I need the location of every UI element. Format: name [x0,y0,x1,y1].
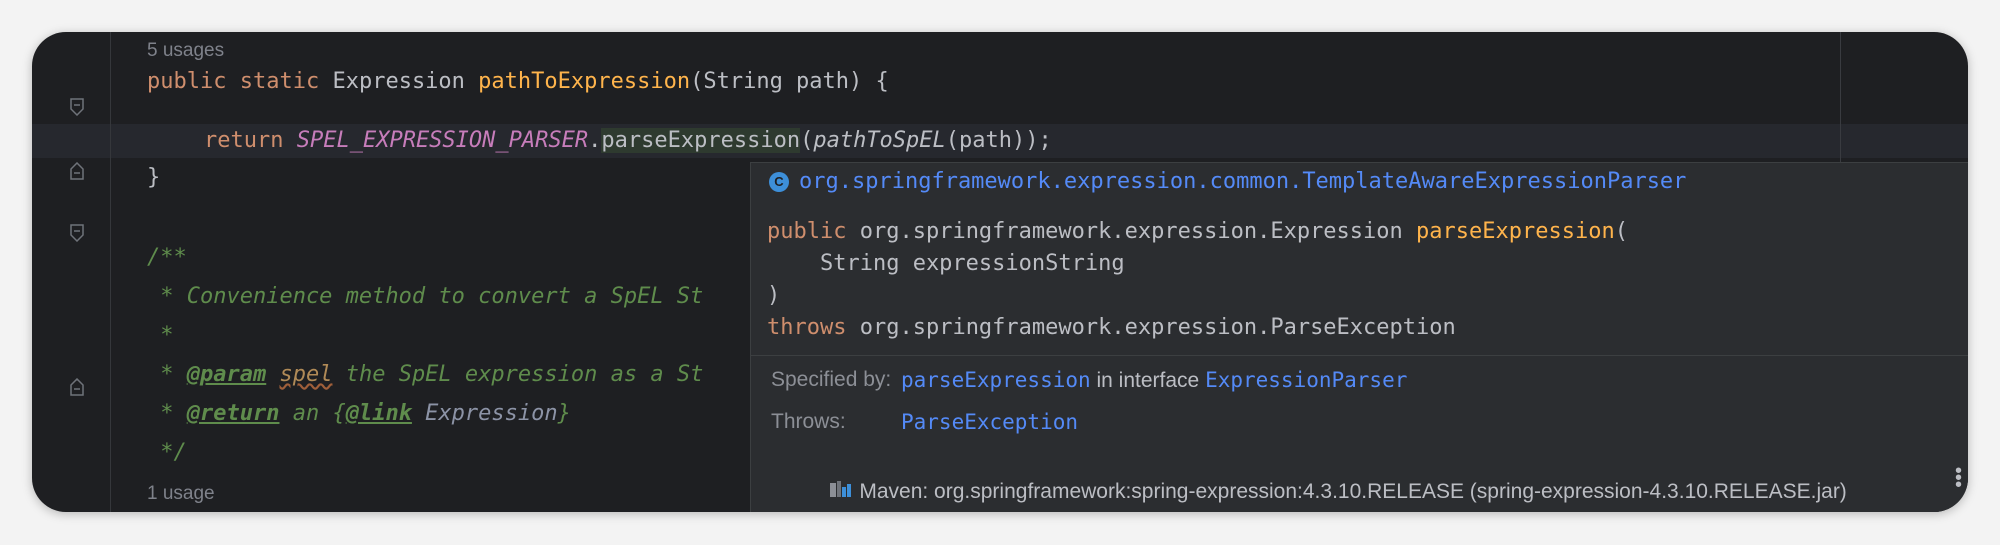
return-mid: an { [279,401,346,426]
doc-comment-open[interactable]: /** [147,242,187,274]
dot: . [588,128,602,153]
throws-value: ParseException [901,410,1078,435]
signature-keyword: public [767,219,847,244]
specified-by-value: parseExpression in interface ExpressionP… [901,368,1407,393]
library-icon [771,455,853,512]
param-name: spel [279,362,333,387]
maven-library-info: Maven: org.springframework:spring-expres… [771,455,1847,512]
signature-open: ( [1614,219,1628,244]
doc-comment-description[interactable]: * Convenience method to convert a SpEL S… [147,281,703,313]
param-desc: the SpEL expression as a St [332,362,704,387]
link-close: } [557,401,571,426]
link-tag: @link [345,401,412,426]
fold-close-icon[interactable] [70,378,84,396]
signature-throws: throws org.springframework.expression.Pa… [767,315,1456,340]
code-line-return[interactable]: return SPEL_EXPRESSION_PARSER.parseExpre… [204,125,1052,157]
maven-coordinates: Maven: org.springframework:spring-expres… [859,480,1847,503]
throws-keyword: throws [767,315,847,340]
keyword-static: static [239,69,320,94]
doc-comment-param[interactable]: * @param spel the SpEL expression as a S… [147,359,703,391]
throws-exception-link[interactable]: ParseException [901,410,1078,434]
link-target: Expression [411,401,558,426]
fold-open-icon[interactable] [70,98,84,116]
doc-prefix: * [147,362,187,387]
doc-comment-close[interactable]: */ [147,437,187,469]
signature-return-type: org.springframework.expression.Expressio… [846,219,1417,244]
keyword-public: public [147,69,227,94]
fold-close-icon[interactable] [70,162,84,180]
open-paren: ( [800,128,814,153]
throws-type: org.springframework.expression.ParseExce… [846,315,1456,340]
more-options-icon[interactable]: • • • [1955,461,1962,495]
signature-line: public org.springframework.expression.Ex… [767,219,1628,244]
specified-interface-link[interactable]: ExpressionParser [1205,368,1407,392]
signature-param: String expressionString [767,251,1125,276]
fold-open-icon[interactable] [70,224,84,242]
code-line-closing-brace[interactable]: } [147,162,160,194]
signature-close: ) [767,283,781,308]
constant-name: SPEL_EXPRESSION_PARSER [296,128,589,153]
class-name-link[interactable]: org.springframework.expression.common.Te… [799,169,1686,194]
inner-call: pathToSpEL [813,128,946,153]
return-type: Expression [332,69,465,94]
method-params: (String path) { [690,69,889,94]
specified-mid: in interface [1090,369,1206,392]
quick-documentation-popup: C org.springframework.expression.common.… [750,162,1968,512]
method-call-highlighted[interactable]: parseExpression [601,128,801,153]
specified-method-link[interactable]: parseExpression [901,368,1091,392]
signature-method: parseExpression [1416,219,1615,244]
method-name: pathToExpression [478,69,691,94]
specified-by-label: Specified by: [771,368,892,391]
popup-class-header: C org.springframework.expression.common.… [769,169,1686,194]
gutter-divider [110,32,111,512]
doc-comment-blank[interactable]: * [147,320,173,352]
param-tag: @param [186,362,267,387]
usages-hint[interactable]: 5 usages [147,37,224,65]
code-editor-window: 5 usages public static Expression pathTo… [32,32,1968,512]
throws-label: Throws: [771,410,846,433]
code-line-method-declaration[interactable]: public static Expression pathToExpressio… [147,66,889,98]
call-rest: (path)); [945,128,1052,153]
keyword-return: return [204,128,284,153]
doc-comment-return[interactable]: * @return an {@link Expression} [147,398,571,430]
popup-details: Specified by: parseExpression in interfa… [751,356,1968,512]
doc-prefix: * [147,401,187,426]
class-icon: C [769,171,789,192]
usages-hint[interactable]: 1 usage [147,480,215,508]
return-tag: @return [186,401,280,426]
